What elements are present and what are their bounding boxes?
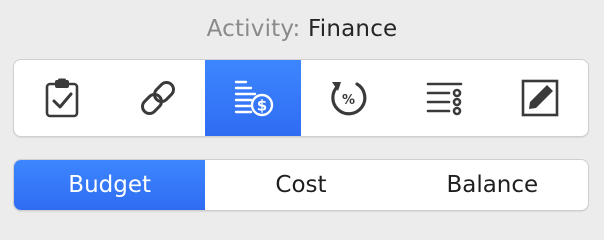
segment-budget[interactable]: Budget: [14, 160, 206, 210]
percent-button[interactable]: %: [301, 60, 397, 136]
clipboard-check-icon: [45, 78, 79, 118]
finance-view-segmented-control: Budget Cost Balance: [13, 159, 589, 211]
activity-label: Activity:: [206, 16, 301, 42]
svg-text:$: $: [257, 97, 267, 115]
budget-button[interactable]: $: [205, 60, 302, 136]
budget-dollar-icon: $: [234, 80, 274, 117]
list-icon: [426, 82, 462, 116]
edit-button[interactable]: [492, 60, 588, 136]
link-button[interactable]: [110, 60, 206, 136]
activity-header: Activity: Finance: [0, 13, 604, 45]
percent-refresh-icon: %: [331, 82, 367, 116]
segment-balance[interactable]: Balance: [397, 160, 588, 210]
activity-value: Finance: [308, 16, 398, 42]
activity-icon-toolbar: $ %: [13, 59, 589, 137]
edit-icon: [521, 79, 559, 117]
list-button[interactable]: [397, 60, 493, 136]
clipboard-button[interactable]: [14, 60, 110, 136]
segment-cost[interactable]: Cost: [205, 160, 396, 210]
link-icon: [140, 81, 175, 115]
svg-text:%: %: [342, 93, 355, 108]
